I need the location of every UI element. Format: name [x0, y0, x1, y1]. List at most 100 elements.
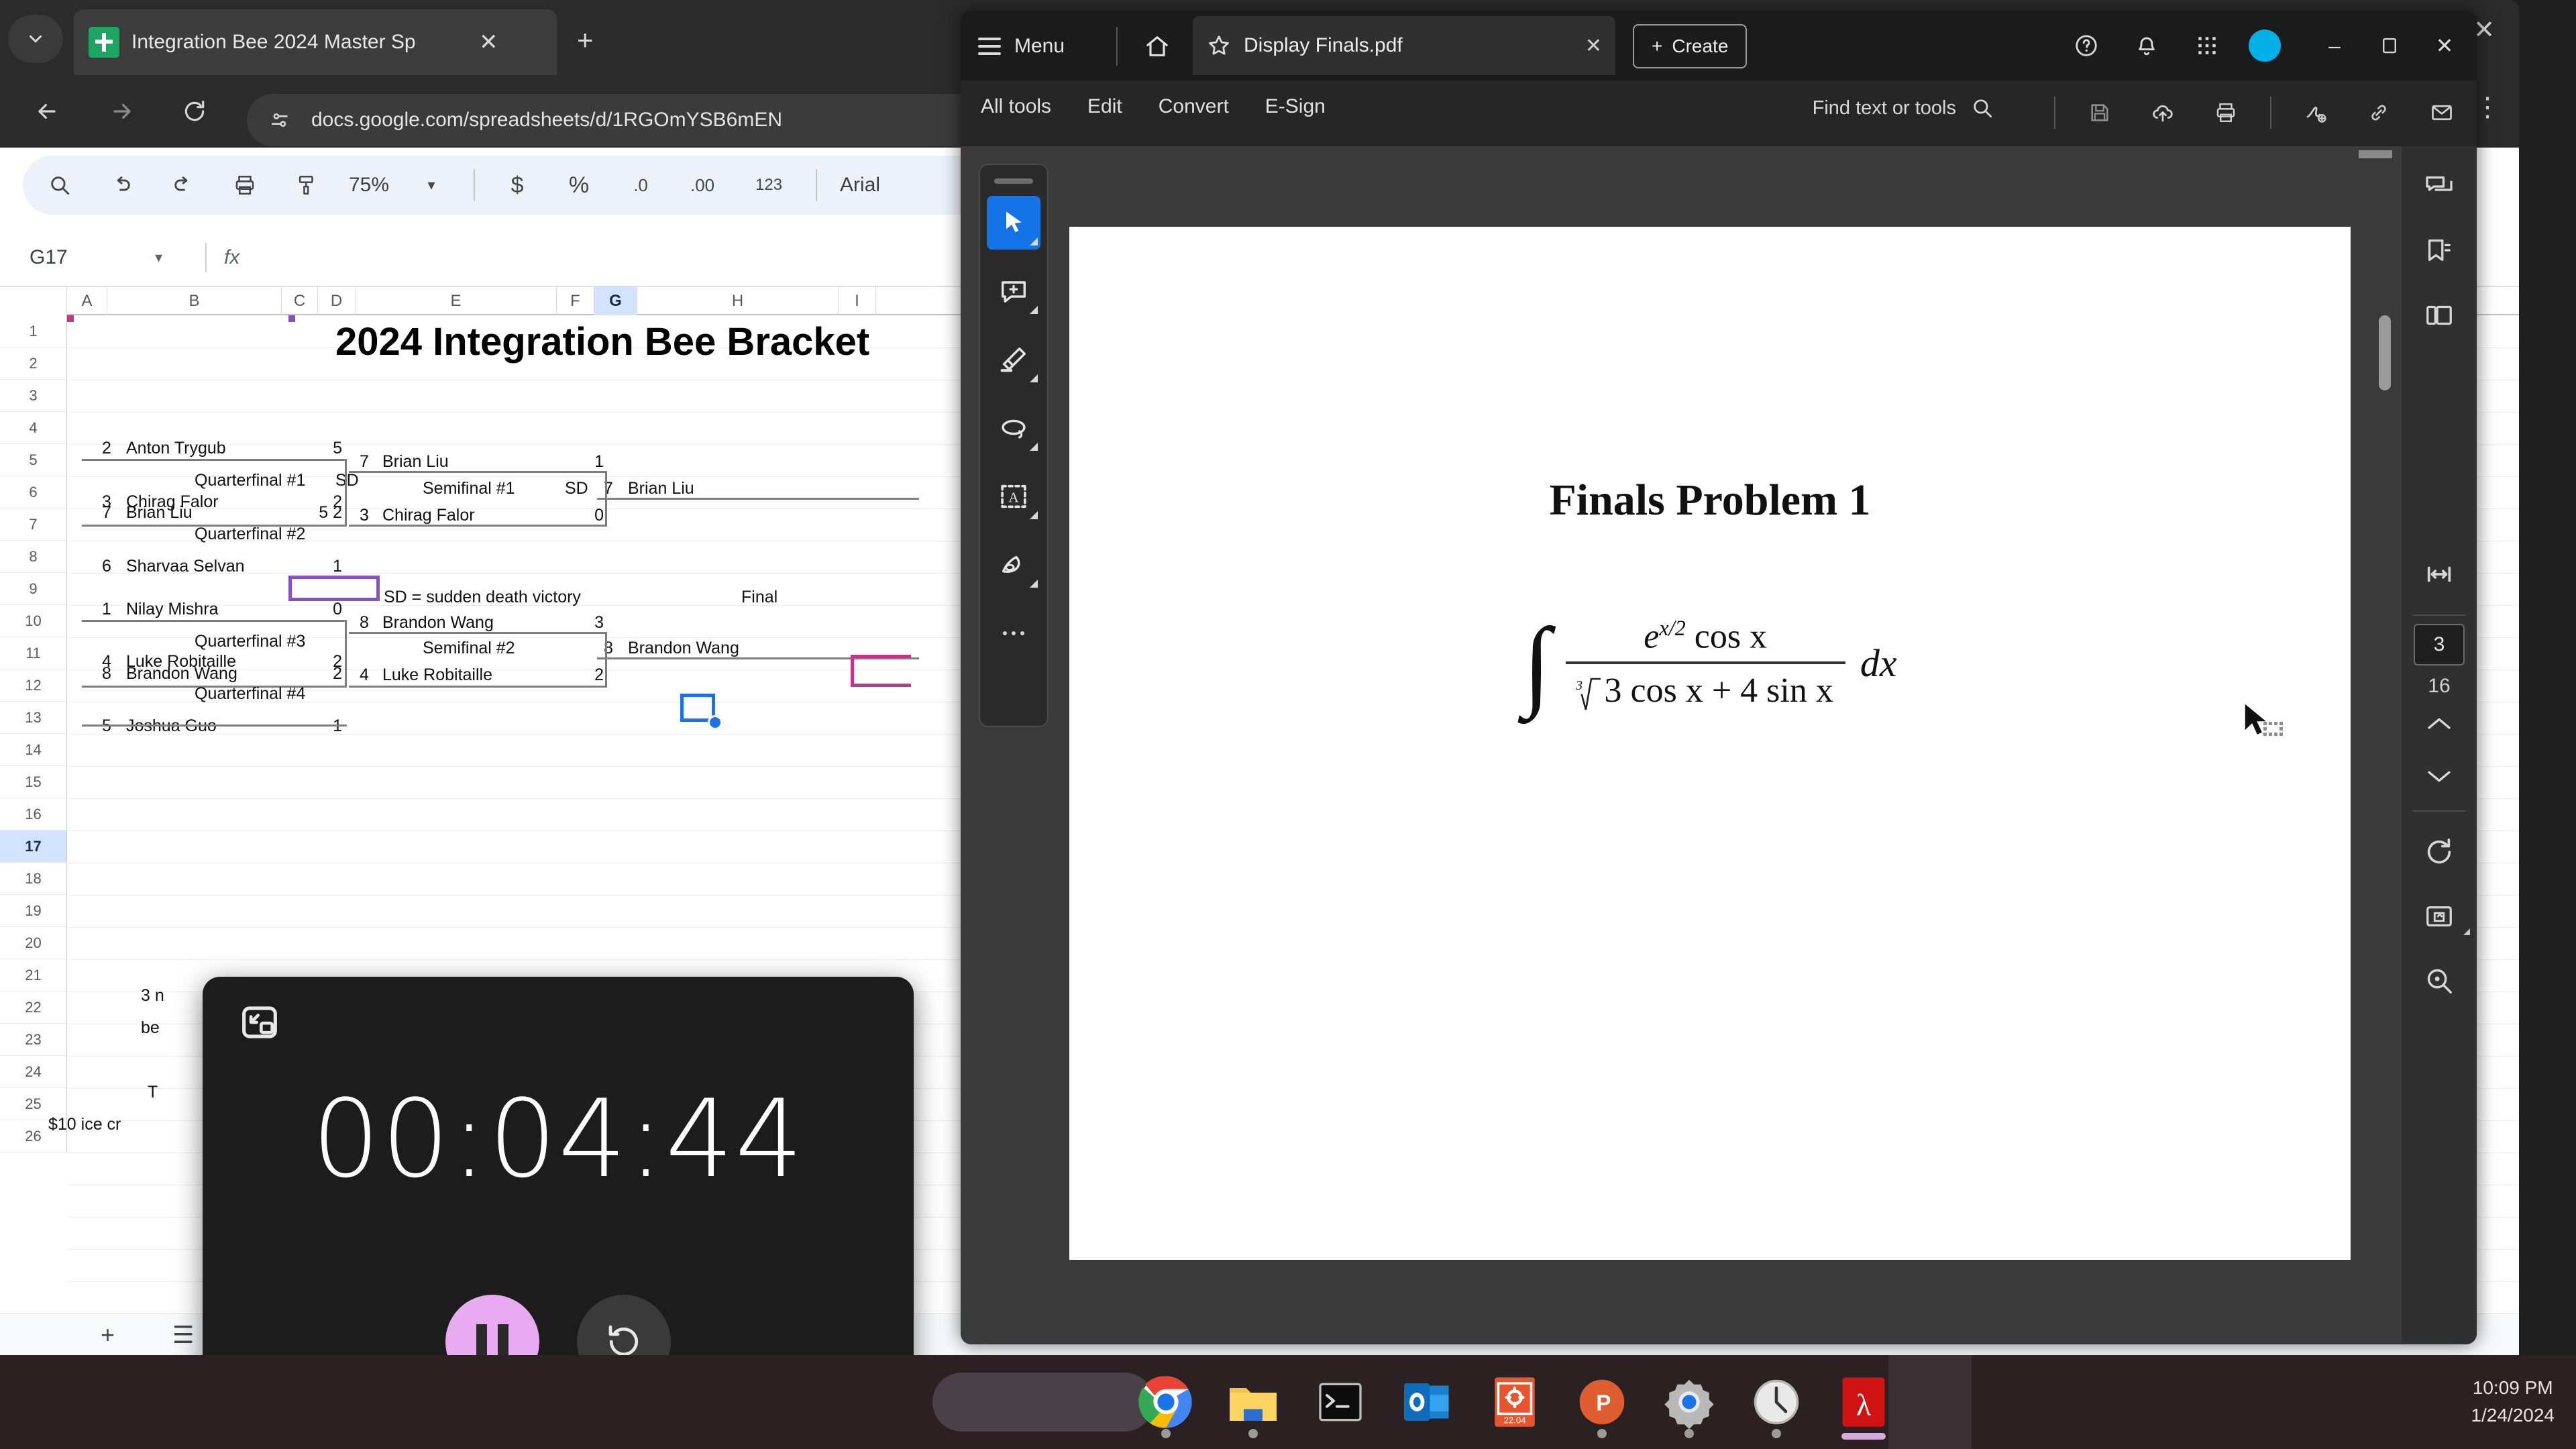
- column-header-E[interactable]: E: [356, 287, 557, 315]
- row-header-1[interactable]: 1: [0, 315, 67, 347]
- row-header-6[interactable]: 6: [0, 476, 67, 508]
- chevron-down-icon[interactable]: [1030, 443, 1038, 451]
- row-header-24[interactable]: 24: [0, 1056, 67, 1088]
- row-header-4[interactable]: 4: [0, 412, 67, 444]
- app-grid-icon[interactable]: [2188, 27, 2226, 64]
- chevron-down-icon[interactable]: [1030, 580, 1038, 588]
- name-box[interactable]: G17 ▾: [0, 246, 188, 269]
- rotate-icon[interactable]: [2402, 820, 2477, 884]
- highlight-tool-icon[interactable]: [987, 333, 1040, 386]
- row-header-17[interactable]: 17: [0, 830, 67, 863]
- taskbar-item-powerpoint[interactable]: P: [1570, 1370, 1634, 1438]
- percent-format-button[interactable]: %: [559, 166, 598, 205]
- row-header-15[interactable]: 15: [0, 766, 67, 798]
- document-scrollbar-thumb[interactable]: [2379, 315, 2391, 390]
- create-button[interactable]: + Create: [1633, 24, 1748, 68]
- taskbar-search-pill[interactable]: [932, 1373, 1154, 1432]
- zoom-tool-icon[interactable]: [2402, 949, 2477, 1013]
- email-icon[interactable]: [2423, 94, 2461, 131]
- request-esign-icon[interactable]: [2297, 94, 2334, 131]
- close-icon[interactable]: ✕: [1585, 34, 1602, 58]
- print-icon[interactable]: [2207, 94, 2245, 131]
- save-icon[interactable]: [2081, 94, 2118, 131]
- next-page-icon[interactable]: [2402, 750, 2477, 802]
- page-number-input[interactable]: 3: [2414, 624, 2465, 665]
- select-all-corner[interactable]: [0, 287, 67, 315]
- system-clock[interactable]: 10:09 PM 1/24/2024: [2471, 1355, 2555, 1449]
- convert-menu[interactable]: Convert: [1159, 95, 1229, 118]
- taskbar-item-clock[interactable]: [1744, 1370, 1809, 1438]
- chevron-down-icon[interactable]: ▾: [155, 249, 162, 266]
- tab-search-icon[interactable]: [8, 15, 63, 63]
- page-thumbnails-panel-icon[interactable]: [2402, 283, 2477, 347]
- currency-format-button[interactable]: $: [498, 166, 537, 205]
- zoom-level[interactable]: 75%: [349, 174, 389, 197]
- taskbar-item-google-chrome[interactable]: [1134, 1370, 1198, 1438]
- chevron-down-icon[interactable]: [1030, 237, 1038, 246]
- row-header-23[interactable]: 23: [0, 1024, 67, 1056]
- forward-icon[interactable]: [101, 90, 144, 133]
- chevron-down-icon[interactable]: ▾: [412, 166, 451, 205]
- previous-page-icon[interactable]: [2402, 698, 2477, 750]
- back-icon[interactable]: [25, 90, 68, 133]
- home-icon[interactable]: [1136, 25, 1178, 67]
- print-icon[interactable]: [225, 166, 264, 205]
- share-link-icon[interactable]: [2360, 94, 2398, 131]
- chevron-down-icon[interactable]: [1030, 511, 1038, 519]
- column-header-G[interactable]: G: [594, 287, 637, 315]
- reload-icon[interactable]: [173, 90, 216, 133]
- chevron-down-icon[interactable]: [1030, 306, 1038, 314]
- close-icon[interactable]: ✕: [479, 31, 498, 54]
- edit-menu[interactable]: Edit: [1087, 95, 1122, 118]
- redo-icon[interactable]: [164, 166, 203, 205]
- row-header-5[interactable]: 5: [0, 444, 67, 476]
- new-tab-button[interactable]: +: [577, 24, 594, 56]
- toolbar-drag-handle[interactable]: [994, 178, 1033, 184]
- comment-panel-icon[interactable]: [2402, 154, 2477, 219]
- page-organize-icon[interactable]: [2402, 884, 2477, 949]
- stamp-tool-icon[interactable]: [987, 538, 1040, 592]
- site-settings-icon[interactable]: [270, 109, 292, 131]
- paint-format-icon[interactable]: [287, 166, 326, 205]
- picture-in-picture-icon[interactable]: [239, 1004, 280, 1041]
- maximize-button[interactable]: [2371, 27, 2408, 64]
- chevron-down-icon[interactable]: [1030, 374, 1038, 382]
- document-tab[interactable]: Display Finals.pdf ✕: [1193, 16, 1615, 75]
- close-button[interactable]: ✕: [2426, 27, 2463, 64]
- final-winner-cell[interactable]: [288, 576, 380, 601]
- taskbar-item-file-explorer[interactable]: [1221, 1370, 1285, 1438]
- column-header-A[interactable]: A: [67, 287, 107, 315]
- row-header-12[interactable]: 12: [0, 669, 67, 702]
- taskbar-item-terminal[interactable]: [1308, 1370, 1373, 1434]
- browser-tab-sheets[interactable]: Integration Bee 2024 Master Sp ✕: [74, 9, 557, 75]
- row-header-16[interactable]: 16: [0, 798, 67, 830]
- chrome-menu-icon[interactable]: ⋮: [2474, 94, 2502, 121]
- row-header-21[interactable]: 21: [0, 959, 67, 991]
- more-formats-button[interactable]: 123: [745, 166, 793, 205]
- taskbar-item-adobe-acrobat[interactable]: λ: [1831, 1370, 1896, 1440]
- row-header-13[interactable]: 13: [0, 702, 67, 734]
- chevron-down-icon[interactable]: [2463, 928, 2470, 935]
- column-header-D[interactable]: D: [318, 287, 356, 315]
- add-sheet-button[interactable]: +: [101, 1321, 115, 1349]
- row-header-18[interactable]: 18: [0, 863, 67, 895]
- row-header-8[interactable]: 8: [0, 541, 67, 573]
- upload-to-cloud-icon[interactable]: [2144, 94, 2182, 131]
- column-header-I[interactable]: I: [839, 287, 876, 315]
- row-header-7[interactable]: 7: [0, 508, 67, 541]
- row-header-2[interactable]: 2: [0, 347, 67, 380]
- help-icon[interactable]: [2068, 27, 2105, 64]
- add-comment-tool-icon[interactable]: [987, 264, 1040, 318]
- fit-width-icon[interactable]: [2402, 542, 2477, 606]
- column-header-F[interactable]: F: [557, 287, 594, 315]
- taskbar-item-outlook[interactable]: [1395, 1370, 1460, 1434]
- row-header-9[interactable]: 9: [0, 573, 67, 605]
- taskbar-item-settings[interactable]: [1657, 1370, 1721, 1438]
- row-header-11[interactable]: 11: [0, 637, 67, 669]
- avatar[interactable]: [2249, 30, 2281, 62]
- bookmarks-panel-icon[interactable]: [2402, 219, 2477, 283]
- row-header-19[interactable]: 19: [0, 895, 67, 927]
- row-header-10[interactable]: 10: [0, 605, 67, 637]
- search-icon[interactable]: [1971, 97, 1994, 119]
- row-header-3[interactable]: 3: [0, 380, 67, 412]
